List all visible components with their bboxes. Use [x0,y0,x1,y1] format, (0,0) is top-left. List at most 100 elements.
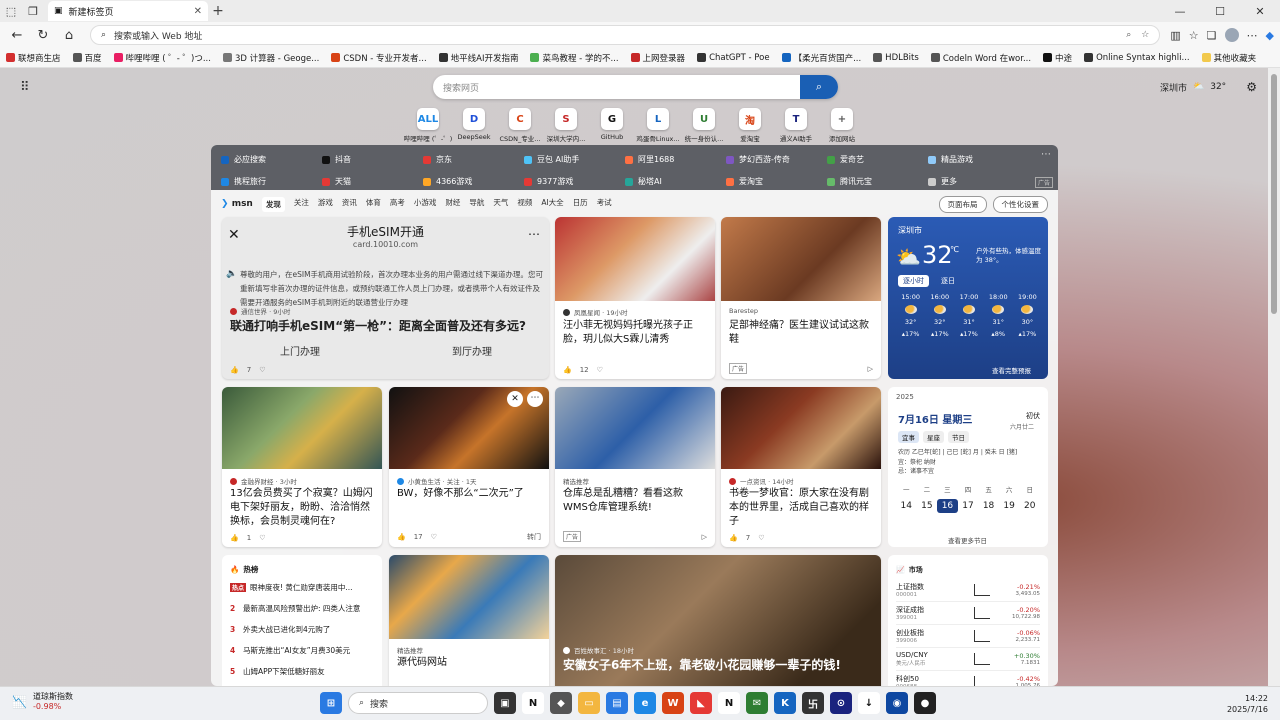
profile-avatar[interactable] [1224,28,1239,42]
top-site-link[interactable]: 豆包 AI助手 [524,151,625,168]
dislike-icon[interactable]: ♡ [431,533,437,541]
store-icon[interactable]: ▤ [606,692,628,714]
search-input[interactable]: 搜索网页 [443,81,479,94]
home-icon[interactable]: ⌂ [58,28,80,43]
close-tab-icon[interactable]: ✕ [194,6,202,17]
calendar-date-cell[interactable]: 20 [1019,499,1040,513]
onsite-button[interactable]: 上门办理 [280,343,320,358]
msn-tab[interactable]: 发现 [261,196,285,212]
top-site-link[interactable]: 抖音 [322,151,423,168]
bookmark-item[interactable]: 哔哩哔哩 ( ゜- ゜)つ... [113,52,211,64]
like-icon[interactable]: 👍 [397,533,406,541]
news-headline[interactable]: 13亿会员费买了个寂寞？山姆闪电下架好丽友，盼盼、洽洽悄然换标，会员制灵魂何在? [230,487,374,529]
hot-item[interactable]: 5 山姆APP下架低糖好丽友 [230,661,374,682]
market-row[interactable]: 科创50000688 -0.42%1,005.76 [896,671,1040,686]
quick-link[interactable]: U 统一身份认... [684,108,724,143]
more-icon[interactable]: ⋯ [1247,29,1258,42]
bookmark-item[interactable]: 上网登录器 [630,52,685,64]
apps-grid-icon[interactable]: ⠿ [20,80,30,95]
calendar-tab[interactable]: 星座 [923,431,944,443]
split-screen-icon[interactable]: ▥ [1170,29,1180,42]
bookmark-item[interactable]: 菜鸟教程 - 学的不... [530,52,619,64]
msn-tab[interactable]: 关注 [294,197,309,212]
stock-widget[interactable]: 📉 道琼斯指数 -0.98% [12,692,73,712]
cube-app-icon[interactable]: ◆ [550,692,572,714]
msn-tab[interactable]: 小游戏 [414,197,437,212]
dislike-icon[interactable]: ♡ [259,534,265,542]
hot-item[interactable]: 热点 眼神度夜! 黄仁勋穿唐装用中... [230,577,374,598]
calendar-date-cell[interactable]: 15 [917,499,938,513]
msn-tab[interactable]: 天气 [493,197,508,212]
file-explorer-icon[interactable]: ▭ [578,692,600,714]
news-card[interactable]: 百姓故事汇 · 18小时 安徽女子6年不上班，靠老破小花园赚够一辈子的钱! [555,555,881,686]
dislike-icon[interactable]: ♡ [259,366,265,374]
grid-app-icon[interactable]: 卐 [802,692,824,714]
maximize-icon[interactable]: ☐ [1200,5,1240,18]
more-icon[interactable]: ⋯ [528,227,540,241]
taskbar-app-icon[interactable]: ◣ [690,692,712,714]
news-headline[interactable]: 汪小菲无视妈妈托曝光孩子正脸，玥儿似大S霖儿清秀 [563,319,707,347]
tab-actions-icon[interactable]: ❐ [22,0,44,22]
top-site-link[interactable]: 9377游戏 [524,173,625,190]
bookmark-item[interactable]: Codeln Word 在wor... [930,52,1031,64]
ad-headline[interactable]: 源代码网站 [397,656,541,670]
bookmark-item[interactable]: 3D 计算器 - Geoge... [222,52,319,64]
calendar-widget[interactable]: 2025 7月16日 星期三 初伏 六月廿二 宜事 星座 节日 农历 乙巳年[蛇] … [888,387,1048,547]
top-site-link[interactable]: 梦幻西游-传奇 [726,151,827,168]
full-forecast-link[interactable]: 查看完整预报 [992,365,1031,375]
quick-link[interactable]: D DeepSeek [454,108,494,143]
bookmark-item[interactable]: 百度 [72,52,102,64]
copilot-icon[interactable]: ◆ [1266,29,1274,42]
quick-link[interactable]: T 通义AI助手 [776,108,816,143]
page-scrollbar[interactable] [1268,68,1280,686]
notion-app-icon[interactable]: N [718,692,740,714]
calendar-date-cell[interactable]: 14 [896,499,917,513]
quick-link[interactable]: S 深圳大学内... [546,108,586,143]
play-icon[interactable]: ▷ [868,365,873,373]
top-site-link[interactable]: 秘塔AI [625,173,726,190]
top-site-link[interactable]: 爱奇艺 [827,151,928,168]
calendar-date-cell[interactable]: 17 [958,499,979,513]
k-app-icon[interactable]: K [774,692,796,714]
msn-tab[interactable]: 日历 [573,197,588,212]
msn-tab[interactable]: 高考 [390,197,405,212]
top-site-link[interactable]: 精品游戏 [928,151,1029,168]
msn-tab[interactable]: 考试 [597,197,612,212]
top-site-link[interactable]: 携程旅行 [221,173,322,190]
msn-tab[interactable]: 导航 [469,197,484,212]
bookmark-item[interactable]: 中途 [1043,52,1072,64]
weather-widget[interactable]: 深圳市 ⛅ 32 ℃ 户外有些热，体感温度为 38°。 逐小时 逐日 15:00… [888,217,1048,379]
calendar-date-cell[interactable]: 16 [937,499,958,513]
msn-tab[interactable]: 财经 [445,197,460,212]
tab-new-tab[interactable]: ▣ 新建标签页 ✕ [48,1,208,21]
market-row[interactable]: 上证指数 000001 -0.21% 3,493.05 [896,579,1040,602]
address-input[interactable]: ⌕ 搜索或输入 Web 地址 ⌕ ☆ [90,25,1161,45]
calendar-tab[interactable]: 宜事 [898,431,919,443]
taskbar-search[interactable]: ⌕ 搜索 [348,692,488,714]
weather-summary[interactable]: 深圳市 ⛅ 32° ⚙ [1160,80,1257,94]
zoom-icon[interactable]: ⌕ [1126,30,1131,40]
quick-link[interactable]: ALL 哔哩哔哩 (゜-゜) [404,108,452,143]
page-layout-button[interactable]: 页面布局 [938,195,987,213]
msn-tab[interactable]: 视频 [517,197,532,212]
bookmark-item[interactable]: 【柔光百货国产... [781,52,861,64]
wechat-icon[interactable]: ✉ [746,692,768,714]
ad-headline[interactable]: 仓库总是乱糟糟？看看这款WMS仓库管理系统! [563,487,707,515]
msn-tab[interactable]: 资讯 [342,197,357,212]
close-window-icon[interactable]: ✕ [1240,5,1280,18]
dislike-icon[interactable]: ♡ [597,366,603,374]
market-row[interactable]: 深证成指 399001 -0.20% 10,722.98 [896,602,1040,625]
hot-item[interactable]: 4 马斯克推出“AI女友”月费30美元 [230,640,374,661]
bookmark-item[interactable]: 其他收藏夹 [1201,52,1256,64]
hot-item[interactable]: 2 最新高温风险预警出炉: 四类人注意 [230,598,374,619]
hot-item[interactable]: 3 外卖大战已进化到4元购了 [230,619,374,640]
personalize-button[interactable]: 个性化设置 [992,195,1048,213]
news-card[interactable]: ✕ ⋯ 小黄鱼生活 · 关注 · 1天 BW，好像不那么“二次元”了 👍 17 ♡ 转… [389,387,549,547]
esim-headline[interactable]: 联通打响手机eSIM“第一枪”：距离全面普及还有多远? [230,317,541,335]
bookmark-item[interactable]: 地平线AI开发指南 [438,52,518,64]
news-card[interactable]: 凤凰星闻 · 19小时 汪小菲无视妈妈托曝光孩子正脸，玥儿似大S霖儿清秀 👍 12… [555,217,715,379]
msn-tab[interactable]: 游戏 [318,197,333,212]
top-site-link[interactable]: 阿里1688 [625,151,726,168]
collections-icon[interactable]: ❏ [1207,29,1217,42]
top-site-link[interactable]: 必应搜索 [221,151,322,168]
